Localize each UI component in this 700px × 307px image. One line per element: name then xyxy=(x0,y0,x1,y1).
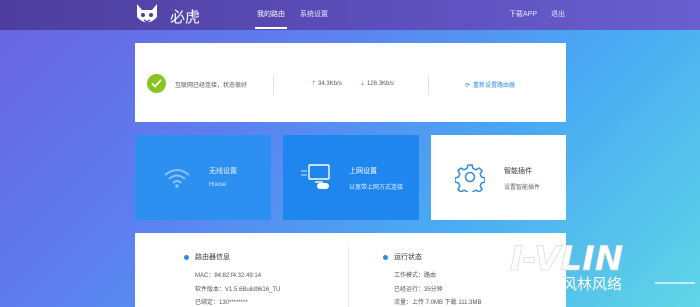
upload-speed-value: 34.3Kb/s xyxy=(318,81,342,87)
brand-name: 必虎 xyxy=(170,8,201,26)
upload-arrow-icon: ⇡ xyxy=(311,81,317,87)
smart-plugins-tile[interactable]: 智能插件 设置智能插件 xyxy=(431,135,566,220)
plugins-tile-subtitle: 设置智能插件 xyxy=(504,185,541,191)
nav-tab-system-settings[interactable]: 系统设置 xyxy=(300,9,328,19)
wireless-settings-tile[interactable]: 无线设置 House xyxy=(135,135,271,220)
active-tab-indicator xyxy=(255,27,287,29)
firmware-version: 软件版本：V1.5.6Build9616_TU xyxy=(195,287,281,293)
tiger-logo-icon xyxy=(137,4,157,23)
traffic-stats: 流量：上传 7.0MB 下载 111.3MB xyxy=(394,300,482,306)
section-bullet xyxy=(184,255,189,260)
plugins-tile-title: 智能插件 xyxy=(504,168,532,175)
ivlin-watermark-logo: I-VLIN 风林风络 xyxy=(510,239,695,293)
wireless-ssid: House xyxy=(209,182,227,188)
reset-router-button[interactable]: ⟳ 重新设置路由器 xyxy=(465,80,515,89)
uptime: 已经运行：35分钟 xyxy=(394,287,443,293)
nav-tab-my-router[interactable]: 我的路由 xyxy=(257,9,285,19)
gear-icon xyxy=(455,164,485,192)
download-app-link[interactable]: 下载APP xyxy=(509,9,537,19)
download-arrow-icon: ⇣ xyxy=(360,81,366,87)
connected-check-icon xyxy=(147,74,166,93)
wifi-icon xyxy=(164,169,190,188)
work-mode: 工作模式：路由 xyxy=(394,273,437,279)
bound-account: 已绑定：130******** xyxy=(195,300,248,306)
top-navigation-bar: 必虎 我的路由 系统设置 下载APP 退出 xyxy=(0,0,700,30)
network-computer-icon xyxy=(301,164,330,189)
download-speed-value: 126.3Kb/s xyxy=(367,81,395,87)
mac-address: MAC：84:82:f4:32:49:14 xyxy=(195,273,262,279)
logout-link[interactable]: 退出 xyxy=(551,9,565,19)
divider xyxy=(428,75,429,95)
divider xyxy=(273,75,274,95)
watermark-subtitle: 风林风络 xyxy=(562,275,622,293)
internet-tile-title: 上网设置 xyxy=(349,168,377,175)
wireless-tile-title: 无线设置 xyxy=(209,168,237,175)
router-info-card: 路由器信息 MAC：84:82:f4:32:49:14 软件版本：V1.5.6B… xyxy=(135,233,566,307)
internet-settings-tile[interactable]: 上网设置 以宽带上网方式连接 xyxy=(283,135,419,220)
download-speed: ⇣ 126.3Kb/s xyxy=(360,80,394,87)
refresh-icon: ⟳ xyxy=(465,83,471,89)
divider xyxy=(348,247,349,307)
section-bullet xyxy=(383,255,388,260)
upload-speed: ⇡ 34.3Kb/s xyxy=(311,80,342,87)
watermark-logo-text: I-VLIN xyxy=(510,239,623,279)
connection-type: 以宽带上网方式连接 xyxy=(349,185,404,191)
reset-router-label: 重新设置路由器 xyxy=(473,83,516,89)
run-status-title: 运行状态 xyxy=(394,254,422,261)
connection-status-text: 互联网已经连接，状态很好 xyxy=(175,83,248,89)
router-info-title: 路由器信息 xyxy=(195,254,230,261)
connection-status-card: 互联网已经连接，状态很好 ⇡ 34.3Kb/s ⇣ 126.3Kb/s ⟳ 重新设置路… xyxy=(135,43,566,122)
